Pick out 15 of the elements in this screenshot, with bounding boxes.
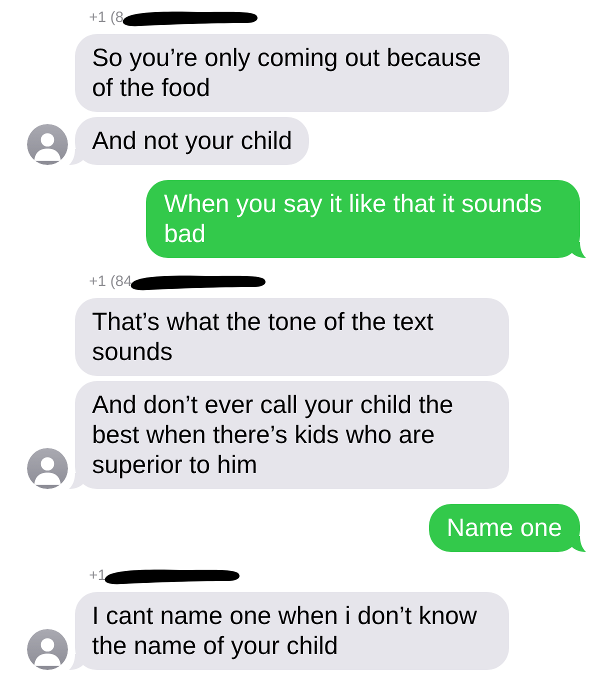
bubble-tail-icon: [69, 654, 83, 670]
sender-number: +1 (8: [89, 8, 124, 28]
sent-message: When you say it like that it sounds bad: [146, 180, 580, 258]
bubble-tail-icon: [69, 473, 83, 489]
sent-message: Name one: [428, 504, 580, 552]
received-message: I cant name one when i don’t know the name of your child: [75, 592, 509, 670]
received-message: That’s what the tone of the text sounds: [75, 298, 509, 376]
received-message: And not your child: [75, 117, 310, 165]
bubble-tail-icon: [572, 536, 586, 552]
received-message: So you’re only coming out because of the food: [75, 34, 509, 112]
bubble-tail-icon: [69, 149, 83, 165]
sender-number: +1: [89, 566, 106, 586]
sender-number: +1 (84: [89, 272, 132, 292]
bubble-tail-icon: [572, 242, 586, 258]
received-message: And don’t ever call your child the best when there’s kids who are superior to him: [75, 381, 509, 489]
